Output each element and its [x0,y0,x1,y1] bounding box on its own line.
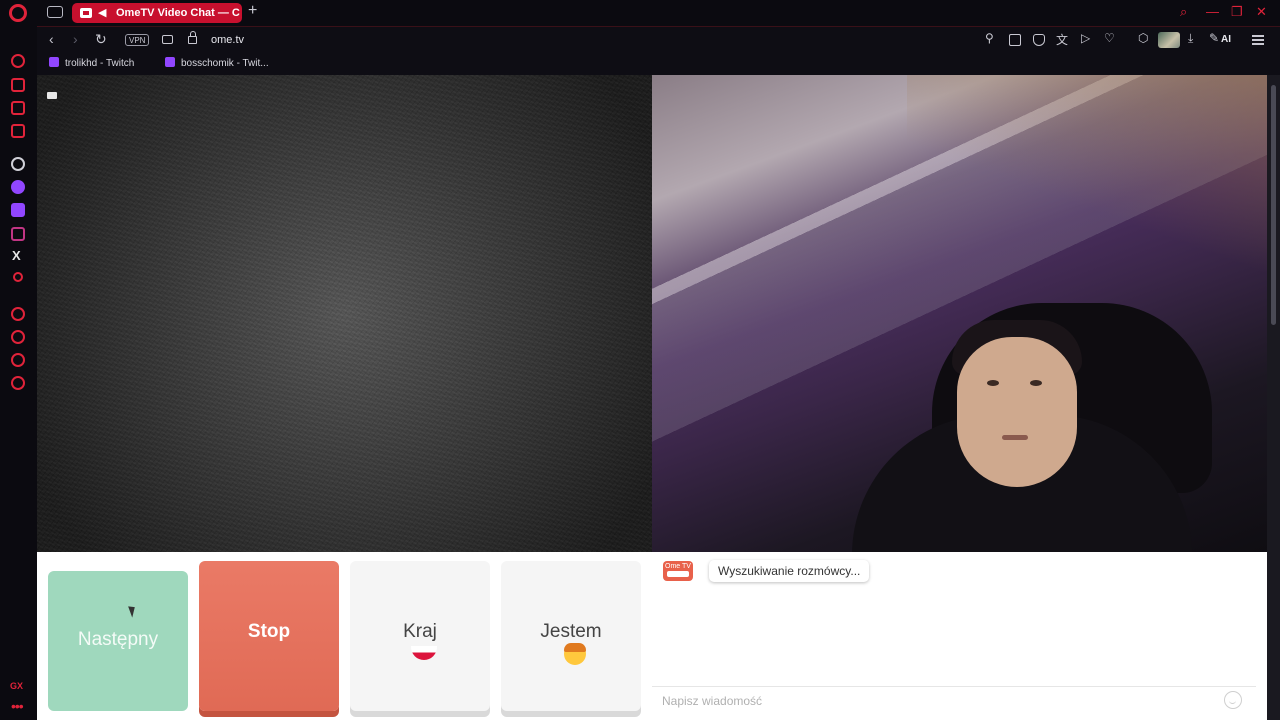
scrollbar-thumb[interactable] [1271,85,1276,325]
gender-button[interactable]: Jestem [501,561,641,711]
speaker-icon[interactable]: ◀ [98,3,106,23]
sidebar-instagram-icon[interactable] [11,227,25,241]
translate-icon[interactable]: 文 [1056,31,1068,48]
sidebar-history-icon[interactable] [11,330,25,344]
chat-status-message: Wyszukiwanie rozmówcy... [709,560,870,582]
person-face [957,337,1077,487]
close-icon[interactable]: ✕ [1256,4,1267,20]
stop-button[interactable]: Stop [199,561,339,711]
sidebar-notes-icon[interactable] [11,101,25,115]
download-icon[interactable]: ⤓ [1188,31,1193,46]
sidebar-player-icon[interactable] [11,307,25,321]
vpn-badge[interactable]: VPN [125,34,150,46]
pocket-icon[interactable] [1033,34,1045,46]
tab-bar: ◀ OmeTV Video Chat — C + ⌕ — ❐ ✕ [0,0,1280,26]
bookmark-item[interactable]: trolikhd - Twitch [49,57,134,69]
tab-overview-icon[interactable] [47,6,63,18]
camera-icon[interactable] [162,35,173,44]
opera-logo-icon[interactable] [9,4,27,22]
search-icon[interactable]: ⌕ [1180,4,1187,20]
tab-title: OmeTV Video Chat — C [116,7,240,19]
new-tab-button[interactable]: + [248,2,257,20]
sidebar-shop-icon[interactable] [11,78,25,92]
sidebar: X GX ••• [0,26,37,720]
twitch-icon [165,57,175,67]
mouse-cursor-icon [128,604,138,618]
sidebar-cube-icon[interactable] [11,353,25,367]
ai-button[interactable]: AI [1221,34,1231,45]
country-button[interactable]: Kraj [350,561,490,711]
tab-ometv[interactable]: ◀ OmeTV Video Chat — C [72,3,242,23]
page-scrollbar[interactable] [1267,75,1280,720]
sidebar-chatgpt-icon[interactable] [11,157,25,171]
menu-icon[interactable] [1252,35,1264,45]
back-icon[interactable]: ‹ [49,31,54,47]
remote-video-static [37,75,652,552]
lock-icon[interactable] [188,31,197,44]
ometv-page: Następny Stop Kraj Jestem Ome TV Wyszuki… [37,75,1267,720]
heart-icon[interactable]: ♡ [1104,31,1115,45]
sidebar-more-icon[interactable]: ••• [11,698,24,714]
maximize-icon[interactable]: ❐ [1231,4,1243,20]
send-icon[interactable]: ▷ [1081,31,1090,45]
sidebar-settings-icon[interactable] [11,376,25,390]
forward-icon[interactable]: › [73,31,78,47]
sidebar-x-icon[interactable]: X [12,248,21,263]
twitch-icon [49,57,59,67]
boy-emoji-icon [564,643,586,665]
bookmark-item[interactable]: bosschomik - Twit... [165,57,269,69]
address-bar: ‹ › ↻ VPN ome.tv ⚲ 文 ▷ ♡ ⬡ ⤓ ✎ AI [37,26,1280,53]
sidebar-extension-icon[interactable] [13,272,23,282]
pin-icon[interactable]: ⚲ [985,31,994,45]
chat-message-input[interactable] [662,690,1222,712]
chat-panel: Ome TV Wyszukiwanie rozmówcy... [652,552,1267,720]
ometv-logo: Ome TV [663,561,693,581]
local-webcam-video [652,75,1267,575]
bookmarks-bar: trolikhd - Twitch bosschomik - Twit... [37,53,1280,75]
sidebar-twitch-icon[interactable] [11,203,25,217]
profile-avatar[interactable] [1158,32,1180,48]
sidebar-reload-icon[interactable] [11,54,25,68]
reload-icon[interactable]: ↻ [95,31,107,48]
video-mode-icon[interactable] [47,92,57,99]
sidebar-gx-label[interactable]: GX [10,681,23,691]
snapshot-icon[interactable] [1009,34,1021,46]
extensions-icon[interactable]: ⬡ [1138,31,1148,45]
emoji-picker-icon[interactable] [1224,691,1242,709]
sidebar-mail-icon[interactable] [11,124,25,138]
minimize-icon[interactable]: — [1206,4,1219,19]
aria-icon[interactable]: ✎ [1209,31,1219,45]
next-button[interactable]: Następny [48,571,188,711]
url-field[interactable]: ome.tv [211,34,244,46]
poland-flag-icon [411,646,437,660]
sidebar-discord-icon[interactable] [11,180,25,194]
ometv-favicon-icon [80,8,92,18]
